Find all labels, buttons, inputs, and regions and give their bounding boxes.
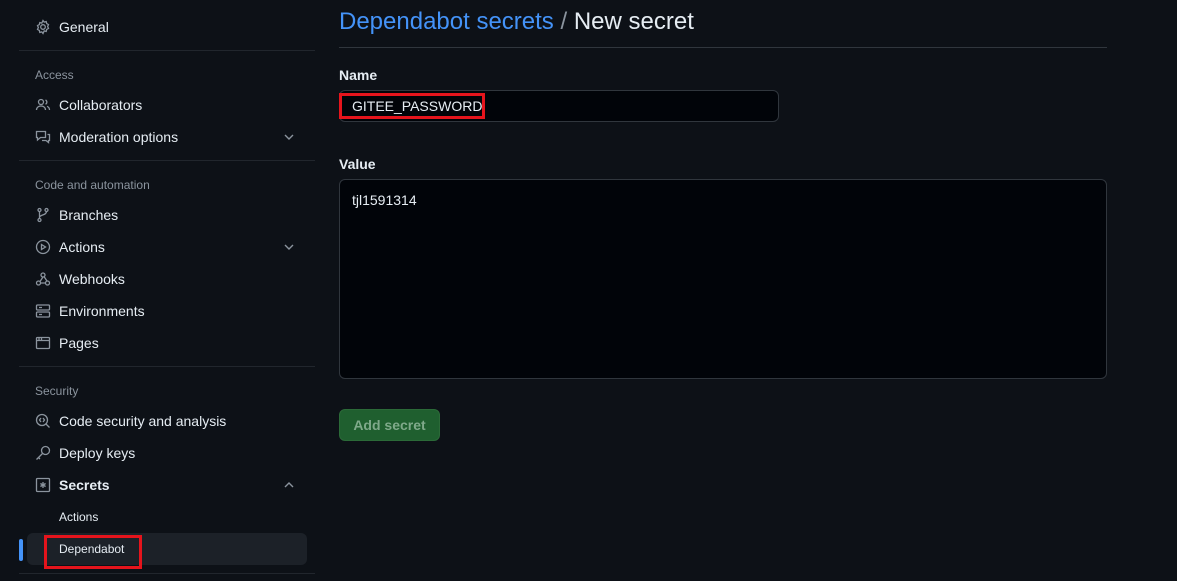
highlight-box — [339, 93, 485, 119]
sidebar-item-label: Branches — [59, 207, 119, 223]
sidebar-item-label: Deploy keys — [59, 445, 136, 461]
sidebar-item-pages[interactable]: Pages — [27, 327, 307, 359]
sidebar-item-label: Webhooks — [59, 271, 125, 287]
divider — [19, 160, 315, 161]
section-heading-code: Code and automation — [35, 178, 150, 192]
divider — [19, 573, 315, 574]
sidebar-item-label: Collaborators — [59, 97, 143, 113]
highlight-box — [44, 535, 142, 569]
git-branch-icon — [35, 207, 51, 223]
chevron-up-icon[interactable] — [281, 477, 297, 493]
sidebar-item-code-security[interactable]: Code security and analysis — [27, 405, 307, 437]
sidebar-item-label: Pages — [59, 335, 99, 351]
breadcrumb-separator: / — [560, 8, 568, 35]
value-textarea[interactable]: tjl1591314 — [339, 179, 1107, 379]
gear-icon — [35, 19, 51, 35]
sidebar-item-branches[interactable]: Branches — [27, 199, 307, 231]
name-label: Name — [339, 67, 378, 83]
sidebar-item-label: Actions — [59, 239, 105, 255]
sidebar-item-general[interactable]: General — [27, 11, 307, 43]
sidebar-item-label: Secrets — [59, 477, 110, 493]
asterisk-box-icon — [35, 477, 51, 493]
people-icon — [35, 97, 51, 113]
chevron-down-icon[interactable] — [281, 129, 297, 145]
webhook-icon — [35, 271, 51, 287]
sidebar-item-collaborators[interactable]: Collaborators — [27, 89, 307, 121]
add-secret-button[interactable]: Add secret — [339, 409, 440, 441]
codescan-icon — [35, 413, 51, 429]
divider — [339, 47, 1107, 48]
sidebar-item-environments[interactable]: Environments — [27, 295, 307, 327]
breadcrumb: Dependabot secrets / New secret — [339, 8, 694, 36]
section-heading-access: Access — [35, 68, 74, 82]
value-label: Value — [339, 156, 376, 172]
sidebar-item-label: General — [59, 19, 109, 35]
sidebar-subitem-actions[interactable]: Actions — [27, 501, 307, 533]
sidebar-item-webhooks[interactable]: Webhooks — [27, 263, 307, 295]
divider — [19, 50, 315, 51]
comment-discussion-icon — [35, 129, 51, 145]
server-icon — [35, 303, 51, 319]
sidebar-item-secrets[interactable]: Secrets — [27, 469, 307, 501]
page-title: New secret — [573, 8, 694, 35]
play-icon — [35, 239, 51, 255]
sidebar-item-deploy-keys[interactable]: Deploy keys — [27, 437, 307, 469]
sidebar-item-label: Environments — [59, 303, 145, 319]
divider — [19, 366, 315, 367]
sidebar-item-actions[interactable]: Actions — [27, 231, 307, 263]
key-icon — [35, 445, 51, 461]
sidebar-item-moderation[interactable]: Moderation options — [27, 121, 307, 153]
sidebar-item-label: Code security and analysis — [59, 413, 227, 429]
breadcrumb-link[interactable]: Dependabot secrets — [339, 8, 554, 35]
active-indicator — [19, 539, 23, 561]
section-heading-security: Security — [35, 384, 79, 398]
chevron-down-icon[interactable] — [281, 239, 297, 255]
sidebar-item-label: Moderation options — [59, 129, 179, 145]
browser-icon — [35, 335, 51, 351]
